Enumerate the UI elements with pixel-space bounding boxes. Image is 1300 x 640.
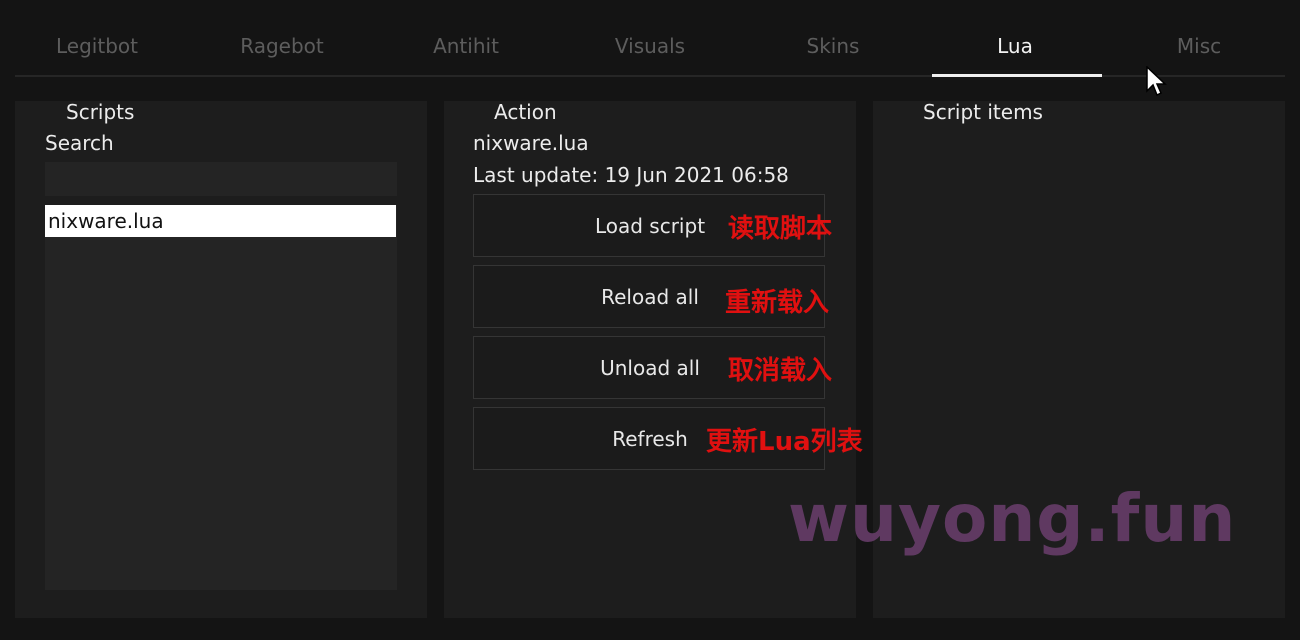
tab-legitbot[interactable]: Legitbot — [56, 34, 138, 58]
tab-misc[interactable]: Misc — [1177, 34, 1221, 58]
unload-all-annotation: 取消载入 — [728, 356, 833, 386]
script-list: nixware.lua — [45, 205, 397, 590]
scripts-panel: Scripts Search nixware.lua — [15, 100, 427, 618]
tab-lua[interactable]: Lua — [997, 34, 1033, 58]
script-items-panel-title: Script items — [923, 100, 1043, 124]
tab-ragebot[interactable]: Ragebot — [240, 34, 324, 58]
active-tab-indicator — [932, 74, 1102, 77]
last-update-text: Last update: 19 Jun 2021 06:58 — [473, 163, 789, 187]
mouse-cursor-icon — [1146, 66, 1167, 97]
load-script-label: Load script — [594, 214, 706, 238]
reload-all-label: Reload all — [601, 285, 699, 309]
script-name: nixware.lua — [473, 131, 589, 155]
load-script-annotation: 读取脚本 — [728, 214, 833, 244]
scripts-panel-title: Scripts — [66, 100, 135, 124]
lua-menu-window: Legitbot Ragebot Antihit Visuals Skins L… — [0, 0, 1300, 640]
tab-visuals[interactable]: Visuals — [615, 34, 685, 58]
watermark-text: wuyong.fun — [788, 480, 1237, 557]
search-label: Search — [45, 131, 114, 155]
tab-skins[interactable]: Skins — [807, 34, 860, 58]
refresh-annotation: 更新Lua列表 — [706, 427, 863, 457]
search-input[interactable] — [45, 162, 397, 196]
tab-bar: Legitbot Ragebot Antihit Visuals Skins L… — [0, 22, 1300, 72]
action-panel-title: Action — [494, 100, 557, 124]
unload-all-label: Unload all — [600, 356, 700, 380]
reload-all-annotation: 重新载入 — [725, 288, 830, 318]
list-item[interactable]: nixware.lua — [45, 205, 396, 237]
tab-antihit[interactable]: Antihit — [433, 34, 499, 58]
refresh-label: Refresh — [612, 427, 688, 451]
